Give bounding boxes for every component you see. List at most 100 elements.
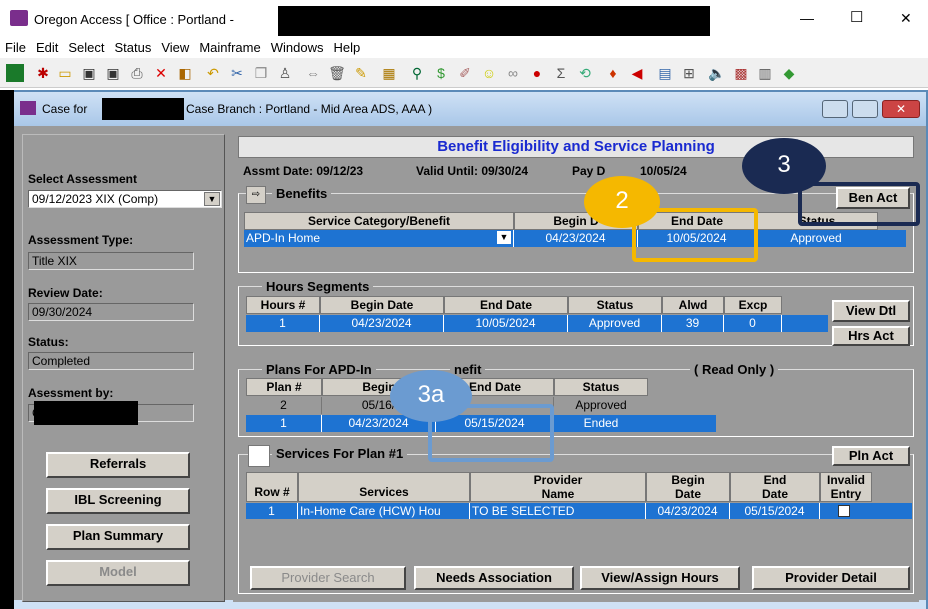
glasses-icon[interactable]: ∞ — [504, 64, 522, 82]
folder-open-icon[interactable]: ▭ — [56, 64, 74, 82]
trash-icon[interactable]: 🗑 — [328, 64, 346, 82]
child-minimize-button[interactable] — [822, 100, 848, 118]
hours-title: Hours Segments — [262, 279, 374, 294]
print-icon[interactable]: ⎙ — [128, 64, 146, 82]
calculator-icon[interactable] — [6, 64, 24, 82]
maximize-button[interactable]: ☐ — [850, 8, 863, 26]
service-provider: TO BE SELECTED — [470, 503, 646, 519]
benefit-begin: 04/23/2024 — [514, 230, 638, 247]
view-assign-hours-button[interactable]: View/Assign Hours — [580, 566, 740, 590]
child-close-button[interactable]: ✕ — [882, 100, 920, 118]
invalid-entry-checkbox[interactable] — [838, 505, 850, 517]
cut-icon[interactable]: ✂ — [228, 64, 246, 82]
wand-icon[interactable]: ✎ — [352, 64, 370, 82]
callout-2: 2 — [584, 176, 660, 228]
service-invalid-cell — [820, 503, 872, 519]
service-end: 05/15/2024 — [730, 503, 820, 519]
referrals-button[interactable]: Referrals — [46, 452, 190, 478]
provider-detail-button[interactable]: Provider Detail — [752, 566, 910, 590]
benefits-title: Benefits — [272, 186, 332, 201]
chevron-down-icon[interactable]: ▼ — [204, 192, 220, 206]
smiley-icon[interactable]: ☺ — [480, 64, 498, 82]
equation-icon[interactable]: Σ — [552, 64, 570, 82]
provider-search-button: Provider Search — [250, 566, 406, 590]
hours-end: 10/05/2024 — [444, 315, 568, 332]
services-header-invalid-l2: Entry — [830, 487, 862, 501]
undo-icon[interactable]: ↶ — [204, 64, 222, 82]
copy-icon[interactable]: ❐ — [252, 64, 270, 82]
benefits-row[interactable]: APD-In Home ▼ 04/23/2024 10/05/2024 Appr… — [244, 230, 906, 247]
child-maximize-button[interactable] — [852, 100, 878, 118]
grid-icon[interactable]: ▤ — [656, 64, 674, 82]
menu-select[interactable]: Select — [63, 38, 109, 55]
plans-header-num: Plan # — [246, 378, 322, 396]
save-all-icon[interactable]: ▣ — [104, 64, 122, 82]
minimize-button[interactable]: — — [800, 10, 814, 26]
book-icon[interactable]: ▥ — [756, 64, 774, 82]
menu-status[interactable]: Status — [110, 38, 157, 55]
overflow-icon[interactable]: ◆ — [780, 64, 798, 82]
plan-summary-button[interactable]: Plan Summary — [46, 524, 190, 550]
clipboard-icon[interactable]: ♙ — [276, 64, 294, 82]
hrs-act-button[interactable]: Hrs Act — [832, 326, 910, 346]
refresh-icon[interactable]: ⟲ — [576, 64, 594, 82]
menu-windows[interactable]: Windows — [266, 38, 329, 55]
binoculars-icon[interactable]: ▦ — [380, 64, 398, 82]
case-prefix: Case for — [42, 102, 88, 116]
plans-header-status: Status — [554, 378, 648, 396]
money-icon[interactable]: $ — [432, 64, 450, 82]
plans-title: Plans For APD-In — [262, 362, 376, 377]
menu-bar: File Edit Select Status View Mainframe Windows… — [0, 38, 928, 58]
search-person-icon[interactable]: ⚲ — [408, 64, 426, 82]
speaker-icon[interactable]: 🔈 — [708, 64, 726, 82]
benefit-status: Approved — [790, 231, 842, 245]
menu-mainframe[interactable]: Mainframe — [194, 38, 265, 55]
menu-file[interactable]: File — [0, 38, 31, 55]
app-icon — [10, 10, 28, 26]
hours-row[interactable]: 1 04/23/2024 10/05/2024 Approved 39 0 — [246, 315, 828, 332]
hours-header-status: Status — [568, 296, 662, 314]
report-icon[interactable]: ▩ — [732, 64, 750, 82]
person-icon[interactable]: ✱ — [34, 64, 52, 82]
benefit-category-cell[interactable]: APD-In Home ▼ — [244, 230, 514, 247]
assessment-type-field: Title XIX — [28, 252, 194, 270]
services-header-invalid: Invalid Entry — [820, 472, 872, 502]
close-button[interactable]: ✕ — [900, 10, 912, 27]
select-assessment-dropdown[interactable]: 09/12/2023 XIX (Comp) ▼ — [28, 190, 222, 208]
exit-icon[interactable]: ◧ — [176, 64, 194, 82]
status-label: Status: — [28, 335, 69, 349]
services-row[interactable]: 1 In-Home Care (HCW) Hou TO BE SELECTED … — [246, 503, 912, 519]
save-icon[interactable]: ▣ — [80, 64, 98, 82]
review-date-label: Review Date: — [28, 286, 103, 300]
pay-date-value: 10/05/24 — [640, 164, 687, 178]
left-window-border — [0, 90, 14, 609]
ben-act-highlight — [798, 182, 920, 226]
case-branch: Case Branch : Portland - Mid Area ADS, A… — [186, 102, 433, 116]
needs-association-button[interactable]: Needs Association — [414, 566, 574, 590]
services-header-invalid-l1: Invalid — [826, 473, 865, 487]
window-title: Oregon Access [ Office : Portland - — [34, 12, 234, 27]
network-icon[interactable]: ⊞ — [680, 64, 698, 82]
hours-excp: 0 — [724, 315, 782, 332]
link-icon[interactable]: ⇔ — [304, 64, 322, 82]
services-checkbox[interactable] — [248, 445, 270, 467]
assessment-type-label: Assessment Type: — [28, 233, 134, 247]
services-header-provider-l1: Provider — [533, 473, 583, 487]
service-row-num: 1 — [246, 503, 298, 519]
pay-date-label: Pay D — [572, 164, 606, 178]
apple-icon[interactable]: ● — [528, 64, 546, 82]
ibl-screening-button[interactable]: IBL Screening — [46, 488, 190, 514]
menu-view[interactable]: View — [156, 38, 194, 55]
model-button: Model — [46, 560, 190, 586]
chevron-down-icon[interactable]: ▼ — [497, 231, 511, 244]
menu-help[interactable]: Help — [328, 38, 365, 55]
select-assessment-value: 09/12/2023 XIX (Comp) — [32, 192, 159, 206]
pln-act-button[interactable]: Pln Act — [832, 446, 910, 466]
delete-icon[interactable]: ✕ — [152, 64, 170, 82]
pen-icon[interactable]: ✐ — [456, 64, 474, 82]
back-arrow-icon[interactable]: ◀ — [628, 64, 646, 82]
view-dtl-button[interactable]: View Dtl — [832, 300, 910, 322]
benefits-icon: ⇨ — [246, 186, 266, 204]
hand-icon[interactable]: ♦ — [604, 64, 622, 82]
menu-edit[interactable]: Edit — [31, 38, 63, 55]
